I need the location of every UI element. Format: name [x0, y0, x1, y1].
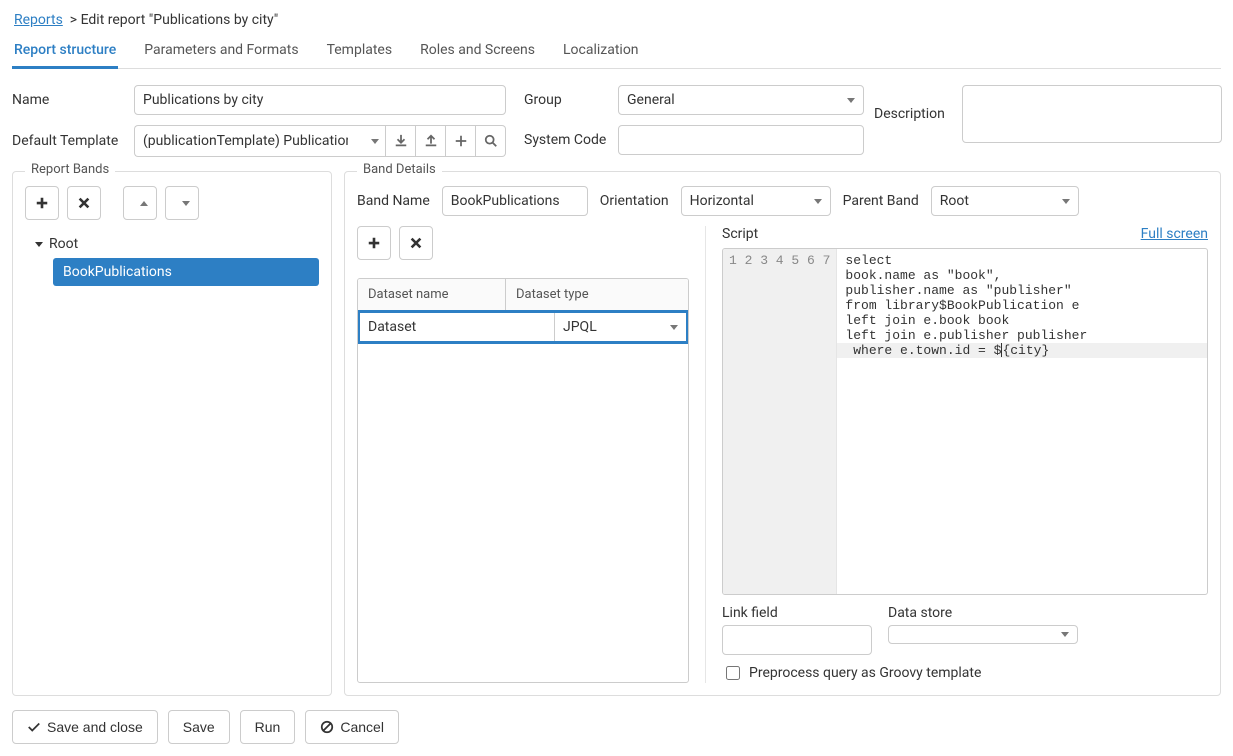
upload-icon: [424, 134, 438, 148]
breadcrumb-title: Edit report "Publications by city": [81, 12, 279, 28]
chevron-down-icon: [182, 201, 190, 206]
name-label: Name: [12, 92, 126, 108]
template-download-button[interactable]: [386, 125, 416, 157]
tab-templates[interactable]: Templates: [325, 36, 395, 68]
dataset-table: Dataset name Dataset type JPQL: [357, 278, 689, 683]
chevron-up-icon: [140, 201, 148, 206]
template-search-button[interactable]: [476, 125, 506, 157]
close-icon: [409, 236, 423, 250]
link-field-label: Link field: [722, 605, 872, 621]
run-button[interactable]: Run: [240, 710, 296, 744]
default-template-input[interactable]: [134, 125, 356, 157]
default-template-label: Default Template: [12, 133, 126, 149]
orientation-label: Orientation: [600, 193, 669, 209]
close-icon: [77, 196, 91, 210]
search-icon: [484, 134, 498, 148]
data-store-select[interactable]: [888, 625, 1078, 644]
editor-code[interactable]: select book.name as "book", publisher.na…: [837, 249, 1207, 594]
dataset-name-header: Dataset name: [358, 279, 506, 310]
download-icon: [394, 134, 408, 148]
band-details-legend: Band Details: [357, 162, 442, 177]
default-template-combo: [134, 125, 506, 157]
data-store-label: Data store: [888, 605, 1078, 621]
bands-tree: Root BookPublications: [25, 230, 319, 286]
dataset-name-input[interactable]: [360, 313, 555, 341]
ban-icon: [320, 720, 334, 734]
report-bands-legend: Report Bands: [25, 162, 115, 177]
band-name-input[interactable]: [442, 186, 588, 216]
chevron-down-icon: [371, 139, 379, 144]
reports-link[interactable]: Reports: [14, 12, 63, 28]
chevron-down-icon: [814, 199, 822, 204]
band-move-down-button[interactable]: [165, 186, 199, 220]
group-select[interactable]: General: [618, 85, 864, 115]
chevron-down-icon: [670, 325, 678, 330]
tab-localization[interactable]: Localization: [561, 36, 641, 68]
chevron-down-icon: [847, 98, 855, 103]
band-details-panel: Band Details Band Name Orientation Horiz…: [344, 171, 1221, 696]
plus-icon: [367, 236, 381, 250]
report-bands-panel: Report Bands Root BookPublica: [12, 171, 332, 696]
chevron-down-icon: [1062, 199, 1070, 204]
save-button[interactable]: Save: [168, 710, 230, 744]
orientation-value: Horizontal: [690, 193, 754, 209]
tab-parameters-formats[interactable]: Parameters and Formats: [142, 36, 300, 68]
chevron-down-icon: [1061, 632, 1069, 637]
band-add-button[interactable]: [25, 186, 59, 220]
template-add-button[interactable]: [446, 125, 476, 157]
preprocess-label: Preprocess query as Groovy template: [749, 665, 981, 681]
link-field-input[interactable]: [722, 625, 872, 655]
script-label: Script: [722, 226, 758, 242]
dataset-row[interactable]: JPQL: [357, 310, 689, 344]
cancel-button[interactable]: Cancel: [305, 710, 399, 744]
template-dropdown-button[interactable]: [356, 125, 386, 157]
parent-band-value: Root: [940, 193, 969, 209]
preprocess-checkbox[interactable]: [726, 666, 740, 680]
band-move-up-button[interactable]: [123, 186, 157, 220]
group-value: General: [627, 92, 675, 108]
tree-root[interactable]: Root: [25, 230, 319, 258]
dataset-type-select[interactable]: JPQL: [555, 313, 686, 341]
tree-band-label: BookPublications: [63, 264, 172, 280]
template-upload-button[interactable]: [416, 125, 446, 157]
save-close-button[interactable]: Save and close: [12, 710, 158, 744]
dataset-add-button[interactable]: [357, 226, 391, 260]
system-code-input[interactable]: [618, 125, 864, 155]
tree-root-label: Root: [49, 236, 78, 252]
plus-icon: [454, 134, 468, 148]
plus-icon: [35, 196, 49, 210]
tabs: Report structure Parameters and Formats …: [12, 36, 1221, 69]
orientation-select[interactable]: Horizontal: [681, 186, 831, 216]
system-code-label: System Code: [524, 132, 610, 148]
tab-roles-screens[interactable]: Roles and Screens: [418, 36, 537, 68]
breadcrumb: Reports > Edit report "Publications by c…: [12, 12, 1221, 28]
dataset-type-header: Dataset type: [506, 279, 688, 310]
group-label: Group: [524, 92, 610, 108]
band-name-label: Band Name: [357, 193, 430, 209]
name-input[interactable]: [134, 85, 506, 115]
editor-gutter: 1 2 3 4 5 6 7: [723, 249, 837, 594]
description-label: Description: [874, 106, 954, 122]
full-screen-link[interactable]: Full screen: [1141, 226, 1208, 242]
parent-band-label: Parent Band: [843, 193, 919, 209]
script-editor[interactable]: 1 2 3 4 5 6 7 select book.name as "book"…: [722, 248, 1208, 595]
parent-band-select[interactable]: Root: [931, 186, 1079, 216]
dataset-type-value: JPQL: [563, 319, 597, 335]
tree-band-bookpublications[interactable]: BookPublications: [53, 258, 319, 286]
check-icon: [27, 720, 41, 734]
tab-report-structure[interactable]: Report structure: [12, 36, 118, 68]
footer-actions: Save and close Save Run Cancel: [12, 710, 1221, 744]
dataset-remove-button[interactable]: [399, 226, 433, 260]
expand-icon: [35, 242, 43, 247]
band-remove-button[interactable]: [67, 186, 101, 220]
